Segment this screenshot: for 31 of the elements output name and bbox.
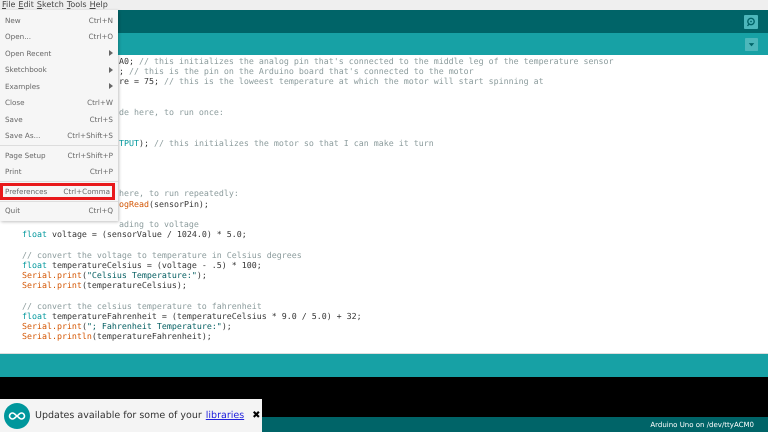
- submenu-arrow-icon: [109, 50, 113, 56]
- code-line: re = 75; // this is the loweest temperature at which the motor will start spinning at: [119, 76, 544, 87]
- notification-message: Updates available for some of your: [35, 410, 202, 421]
- code-line: de here, to run once:: [119, 106, 224, 118]
- menu-bar-item[interactable]: Sketch: [36, 0, 64, 10]
- code-line: A0; // this initializes the analog pin that's connected to the middle leg of the temperature sensor: [119, 56, 614, 66]
- code-line: // convert the celsius temperature to fahrenheit: [22, 300, 262, 311]
- code-line: here, to run repeatedly:: [119, 188, 239, 199]
- submenu-arrow-icon: [109, 66, 113, 73]
- code-line: Serial.println(temperatureFahrenheit);: [22, 331, 212, 342]
- code-line: Serial.print(temperatureCelsius);: [22, 280, 187, 290]
- infinity-logo-icon: [4, 402, 30, 428]
- code-line: ; // this is the pin on the Arduino board that's connected to the motor: [119, 66, 474, 76]
- menu-bar-item[interactable]: Tools: [66, 0, 87, 10]
- code-line: TPUT); // this initializes the motor so that I can make it turn: [119, 138, 434, 148]
- code-line: ogRead(sensorPin);: [119, 198, 209, 209]
- code-line: // convert the voltage to temperature in Celsius degrees: [22, 250, 302, 260]
- libraries-link[interactable]: libraries: [206, 410, 244, 421]
- code-line: ading to voltage: [119, 219, 199, 230]
- code-line: float voltage = (sensorValue / 1024.0) * 5.0;: [22, 229, 247, 240]
- code-line: Serial.print("; Fahrenheit Temperature:");: [22, 320, 232, 332]
- menu-bar-item[interactable]: File: [2, 0, 16, 10]
- dropdown-icon[interactable]: [745, 38, 758, 50]
- submenu-arrow-icon: [109, 83, 113, 90]
- menu-bar-item[interactable]: Edit: [18, 0, 34, 10]
- close-button[interactable]: ✖: [252, 410, 261, 421]
- code-line: float temperatureFahrenheit = (temperatureCelsius * 9.0 / 5.0) + 32;: [22, 310, 362, 321]
- menu-bar-item[interactable]: Help: [90, 0, 108, 10]
- code-line: float temperatureCelsius = (voltage - .5) * 100;: [22, 260, 262, 270]
- serial-monitor-icon[interactable]: [744, 14, 758, 28]
- code-line: Serial.print("Celsius Temperature:");: [22, 270, 207, 280]
